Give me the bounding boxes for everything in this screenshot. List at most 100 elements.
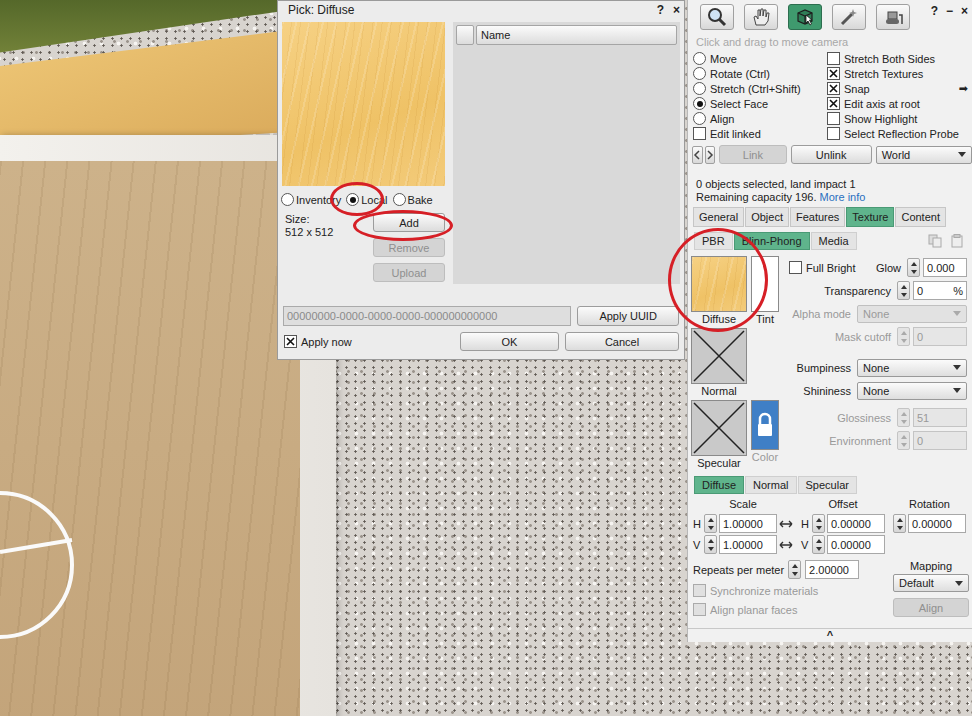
glow-field[interactable]: 0.000 <box>923 258 967 277</box>
spinner[interactable] <box>788 560 801 579</box>
mode-radio[interactable]: Move <box>693 51 827 66</box>
apply-now-checkbox[interactable]: Apply now <box>284 335 352 348</box>
spinner[interactable] <box>897 431 910 450</box>
build-tools-window[interactable]: ?−×Click and drag to move cameraMoveRota… <box>687 0 972 642</box>
full-bright-checkbox[interactable]: Full Bright <box>789 261 856 274</box>
option-checkbox[interactable]: Stretch Both Sides <box>827 51 972 66</box>
uuid-field[interactable]: 00000000-0000-0000-0000-000000000000 <box>283 306 571 326</box>
mode-radio[interactable]: Stretch (Ctrl+Shift) <box>693 81 827 96</box>
snap-options-arrow[interactable]: ➡ <box>959 82 968 95</box>
grab-tool-button[interactable] <box>744 4 778 30</box>
copy-icon[interactable] <box>928 234 942 248</box>
window-control[interactable]: ? <box>931 4 938 18</box>
offset-field[interactable]: 0.00000 <box>827 535 885 554</box>
create-tool-button[interactable] <box>832 4 866 30</box>
panel-tab[interactable]: Features <box>790 207 845 227</box>
empty-map-swatch[interactable] <box>691 328 747 384</box>
title-bar[interactable]: Pick: Diffuse?× <box>278 1 684 19</box>
apply-uuid-button[interactable]: Apply UUID <box>577 306 679 326</box>
local-texture-list[interactable]: Name <box>453 22 680 284</box>
align-planar-checkbox[interactable]: Align planar faces <box>693 602 889 617</box>
option-checkbox[interactable]: Edit axis at root <box>827 96 972 111</box>
source-radio[interactable]: Bake <box>393 193 433 206</box>
mapping-dropdown[interactable]: Default <box>893 574 969 592</box>
option-checkbox[interactable]: Stretch Textures <box>827 66 972 81</box>
flip-icon[interactable] <box>779 519 793 529</box>
option-checkbox[interactable]: Snap➡ <box>827 81 972 96</box>
material-tab[interactable]: PBR <box>694 232 733 250</box>
environment-field[interactable]: 0 <box>913 431 967 450</box>
spinner[interactable] <box>897 281 910 300</box>
map-tab[interactable]: Specular <box>798 476 857 494</box>
mode-radio[interactable]: Align <box>693 111 827 126</box>
window-control[interactable]: − <box>946 4 953 18</box>
window-control[interactable]: ? <box>657 3 664 17</box>
local-action-button[interactable]: Remove <box>373 238 445 257</box>
texture-map[interactable]: Specular <box>691 400 747 470</box>
offset-field[interactable]: 0.00000 <box>827 514 885 533</box>
more-info-link[interactable]: More info <box>820 191 866 203</box>
land-tool-button[interactable] <box>876 4 910 30</box>
synchronize-checkbox[interactable]: Synchronize materials <box>693 583 889 598</box>
spinner[interactable] <box>704 535 717 554</box>
texture-picker-window[interactable]: Pick: Diffuse?×InventoryLocalBakeSize:51… <box>277 0 685 360</box>
spinner[interactable] <box>893 514 906 533</box>
edit-tool-button[interactable] <box>788 4 822 30</box>
local-action-button[interactable]: Upload <box>373 263 445 282</box>
panel-tab[interactable]: Content <box>895 207 946 227</box>
diffuse-swatch[interactable] <box>691 256 747 312</box>
color-swatch[interactable]: Color <box>751 400 779 470</box>
color-swatch[interactable]: Tint <box>751 256 779 326</box>
link-button[interactable]: Link <box>719 145 786 164</box>
option-checkbox[interactable]: Show Highlight <box>827 111 972 126</box>
local-action-button[interactable]: Add <box>373 213 445 232</box>
spinner[interactable] <box>704 514 717 533</box>
step-left-button[interactable] <box>692 146 703 164</box>
transparency-field[interactable]: 0% <box>913 281 967 300</box>
flip-icon[interactable] <box>779 540 793 550</box>
alpha-mode-dropdown[interactable]: None <box>857 305 967 323</box>
edit-linked-checkbox[interactable]: Edit linked <box>693 126 827 141</box>
panel-tab[interactable]: Texture <box>846 207 894 227</box>
dialog-button[interactable]: Cancel <box>565 332 679 351</box>
source-radio[interactable]: Inventory <box>281 193 341 206</box>
window-control[interactable]: × <box>673 3 680 17</box>
bumpiness-dropdown[interactable]: None <box>857 359 967 377</box>
step-right-button[interactable] <box>705 146 716 164</box>
source-radio[interactable]: Local <box>346 193 387 206</box>
paste-icon[interactable] <box>950 234 964 248</box>
mode-radio[interactable]: Rotate (Ctrl) <box>693 66 827 81</box>
option-checkbox[interactable]: Select Reflection Probe <box>827 126 972 141</box>
scale-field[interactable]: 1.00000 <box>719 514 777 533</box>
column-header[interactable]: Name <box>476 25 677 45</box>
map-tab[interactable]: Diffuse <box>694 476 744 494</box>
scale-field[interactable]: 1.00000 <box>719 535 777 554</box>
dialog-button[interactable]: OK <box>460 332 559 351</box>
align-button[interactable]: Align <box>893 598 969 617</box>
mask-cutoff-field[interactable]: 0 <box>913 327 967 346</box>
spinner[interactable] <box>907 258 920 277</box>
spinner[interactable] <box>897 408 910 427</box>
radio-button[interactable] <box>393 193 406 206</box>
panel-tab[interactable]: Object <box>745 207 789 227</box>
window-control[interactable]: × <box>961 4 968 18</box>
radio-button[interactable] <box>346 193 359 206</box>
glossiness-field[interactable]: 51 <box>913 408 967 427</box>
radio-button[interactable] <box>281 193 294 206</box>
ruler-frame-dropdown[interactable]: World <box>876 146 972 164</box>
material-tab[interactable]: Blinn-Phong <box>734 232 810 250</box>
repeats-field[interactable]: 2.00000 <box>805 560 859 579</box>
unlink-button[interactable]: Unlink <box>791 145 872 164</box>
panel-tab[interactable]: General <box>693 207 744 227</box>
column-check-header[interactable] <box>456 25 474 45</box>
empty-map-swatch[interactable] <box>691 400 747 456</box>
spinner[interactable] <box>897 327 910 346</box>
spinner[interactable] <box>812 535 825 554</box>
texture-map[interactable]: Diffuse <box>691 256 747 326</box>
map-tab[interactable]: Normal <box>745 476 796 494</box>
material-tab[interactable]: Media <box>811 232 857 250</box>
texture-map[interactable]: Normal <box>691 328 747 398</box>
spinner[interactable] <box>812 514 825 533</box>
shininess-dropdown[interactable]: None <box>857 382 967 400</box>
rotation-field[interactable]: 0.00000 <box>908 514 966 533</box>
